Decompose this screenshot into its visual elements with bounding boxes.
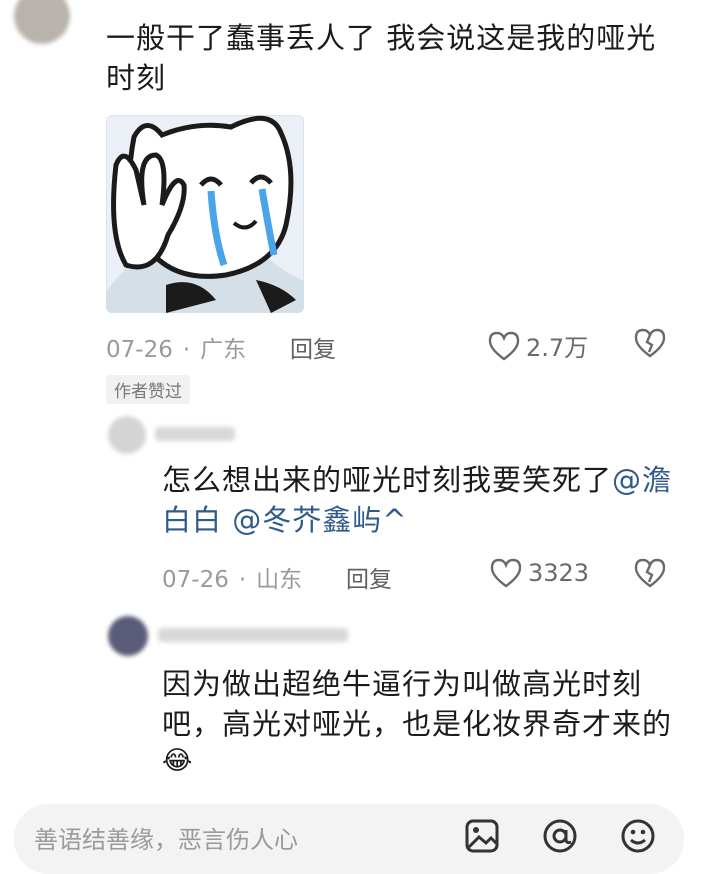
comment-location: 广东 bbox=[200, 337, 247, 363]
comment-date: 07-26 · 广东 bbox=[106, 337, 247, 363]
like-button[interactable]: 3323 bbox=[490, 558, 589, 588]
laugh-cry-emoji: 😂 bbox=[162, 746, 194, 776]
replier-name bbox=[155, 427, 235, 441]
heart-icon bbox=[490, 558, 522, 588]
author-liked-badge: 作者赞过 bbox=[106, 375, 190, 404]
sticker-image[interactable] bbox=[106, 115, 304, 313]
emoji-icon[interactable] bbox=[620, 818, 656, 858]
broken-heart-icon[interactable] bbox=[634, 558, 666, 588]
like-count: 2.7万 bbox=[526, 334, 589, 362]
like-count: 3323 bbox=[528, 559, 590, 587]
reply-date: 07-26 · 山东 bbox=[162, 567, 303, 593]
comment-text: 一般干了蠢事丢人了 我会说这是我的哑光时刻 bbox=[106, 18, 666, 98]
comment-text-content: 一般干了蠢事丢人了 我会说这是我的哑光时刻 bbox=[106, 21, 657, 95]
replier-avatar[interactable] bbox=[108, 416, 146, 454]
at-mention-icon[interactable] bbox=[542, 818, 578, 858]
comment-input-bar[interactable]: 善语结善缘，恶言伤人心 bbox=[14, 804, 684, 874]
reply-button[interactable]: 回复 bbox=[346, 560, 392, 594]
heart-icon bbox=[488, 331, 520, 361]
reply-text-content: 怎么想出来的哑光时刻我要笑死了 bbox=[162, 463, 613, 497]
reply-location: 山东 bbox=[256, 567, 303, 593]
broken-heart-icon[interactable] bbox=[634, 328, 666, 358]
replier-name bbox=[158, 628, 348, 642]
image-icon[interactable] bbox=[464, 818, 500, 858]
reply-text: 怎么想出来的哑光时刻我要笑死了@澹白白 @冬芥鑫屿^ bbox=[162, 460, 682, 540]
reply-text: 因为做出超绝牛逼行为叫做高光时刻吧，高光对哑光，也是化妆界奇才来的 😂 bbox=[162, 664, 682, 778]
reply-button[interactable]: 回复 bbox=[290, 330, 336, 364]
reply-text-content: 因为做出超绝牛逼行为叫做高光时刻吧，高光对哑光，也是化妆界奇才来的 bbox=[162, 667, 673, 741]
mention-link[interactable]: @冬芥鑫屿^ bbox=[232, 503, 407, 537]
like-button[interactable]: 2.7万 bbox=[488, 328, 588, 363]
commenter-avatar[interactable] bbox=[14, 0, 70, 44]
comment-input[interactable]: 善语结善缘，恶言伤人心 bbox=[34, 820, 298, 855]
replier-avatar[interactable] bbox=[108, 616, 148, 656]
